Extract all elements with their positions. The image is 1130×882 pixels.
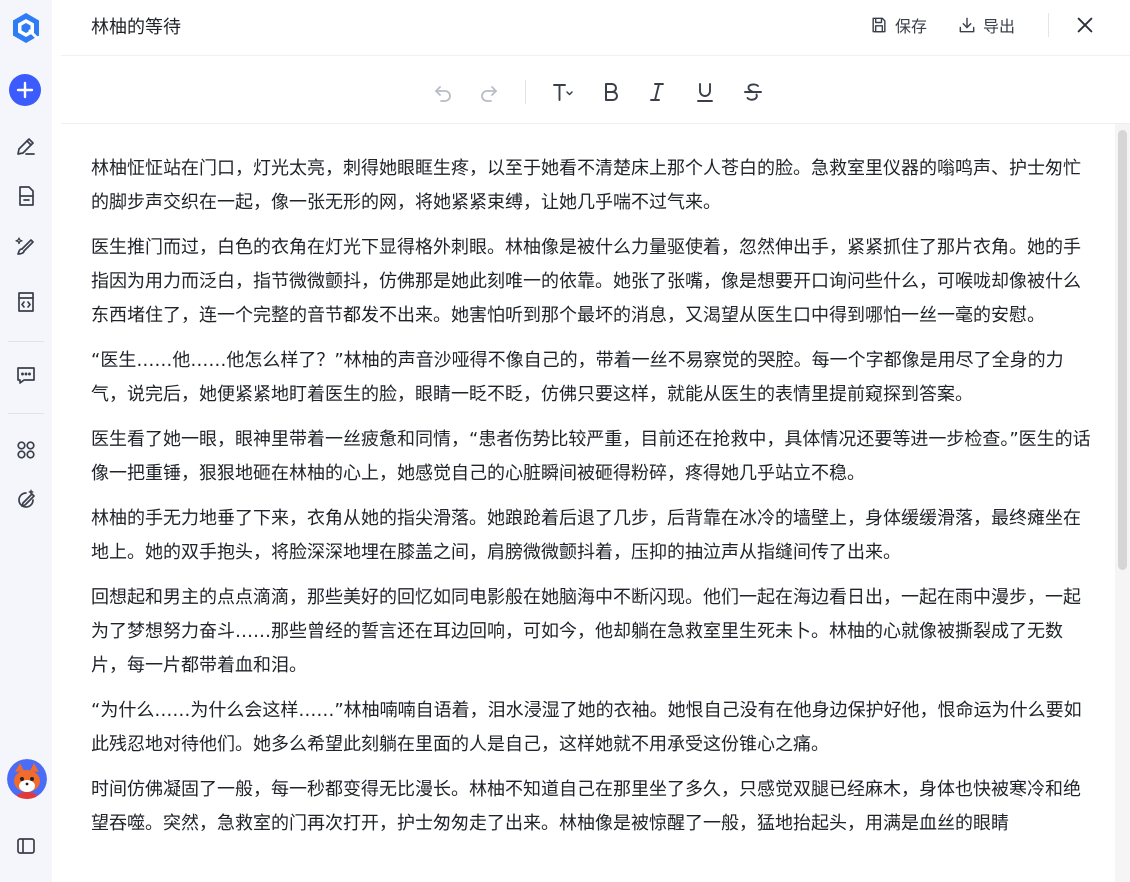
export-label: 导出 <box>983 17 1016 36</box>
bold-button[interactable] <box>595 76 627 108</box>
paragraph: “医生……他……他怎么样了？”林柚的声音沙哑得不像自己的，带着一丝不易察觉的哭腔… <box>91 350 1064 405</box>
paragraph: 医生推门而过，白色的衣角在灯光下显得格外刺眼。林柚像是被什么力量驱使着，忽然伸出… <box>91 237 1081 326</box>
download-icon <box>959 17 975 33</box>
save-label: 保存 <box>895 17 928 36</box>
document-body[interactable]: 林柚怔怔站在门口，灯光太亮，刺得她眼眶生疼，以至于她看不清楚床上那个人苍白的脸。… <box>91 152 1091 852</box>
text-size-icon <box>553 84 573 101</box>
bold-icon <box>605 83 618 101</box>
italic-button[interactable] <box>641 76 673 108</box>
sidebar-toggle-button[interactable] <box>8 828 44 864</box>
sidebar-toggle-icon <box>17 838 35 854</box>
italic-icon <box>650 83 664 101</box>
close-icon <box>1077 17 1093 33</box>
paragraph: 回想起和男主的点点滴滴，那些美好的回忆如同电影般在她脑海中不断闪现。他们一起在海… <box>91 587 1081 676</box>
strikethrough-icon <box>744 83 762 101</box>
toolbar-divider <box>525 80 526 104</box>
chat-button[interactable] <box>8 357 44 393</box>
paragraph: 时间仿佛凝固了一般，每一秒都变得无比漫长。林柚不知道自己在那里坐了多久，只感觉双… <box>91 779 1081 834</box>
rail-divider <box>8 341 44 342</box>
redo-icon <box>481 86 497 102</box>
text-size-dropdown[interactable] <box>547 76 579 108</box>
paragraph: “为什么……为什么会这样……”林柚喃喃自语着，泪水浸湿了她的衣袖。她恨自己没有在… <box>91 700 1082 755</box>
new-document-button[interactable] <box>9 74 41 106</box>
close-button[interactable] <box>1071 11 1099 39</box>
paragraph: 林柚怔怔站在门口，灯光太亮，刺得她眼眶生疼，以至于她看不清楚床上那个人苍白的脸。… <box>91 158 1081 213</box>
rail-divider <box>8 413 44 414</box>
add-icon <box>16 81 34 99</box>
polish-button[interactable] <box>8 228 44 264</box>
save-button[interactable]: 保存 <box>869 12 927 38</box>
editor-header: 林柚的等待 保存 导出 <box>61 0 1130 56</box>
scrollbar[interactable] <box>1115 124 1130 882</box>
underline-icon <box>697 83 713 102</box>
paragraph: 医生看了她一眼，眼神里带着一丝疲惫和同情，“患者伤势比较严重，目前还在抢救中，具… <box>91 429 1091 484</box>
undo-button[interactable] <box>427 76 459 108</box>
code-file-button[interactable] <box>8 284 44 320</box>
redo-button[interactable] <box>473 76 505 108</box>
save-icon <box>872 17 886 33</box>
scrollbar-thumb[interactable] <box>1118 130 1127 570</box>
apps-button[interactable] <box>8 432 44 468</box>
document-title[interactable]: 林柚的等待 <box>91 13 181 39</box>
editor-panel: 林柚的等待 保存 导出 林柚怔怔站在门口，灯光太亮，刺得她眼眶生疼，以至于她看不… <box>61 0 1130 882</box>
avatar[interactable] <box>7 759 47 799</box>
brush-icon <box>15 237 34 255</box>
code-file-icon <box>18 292 34 312</box>
apps-grid-icon <box>17 441 35 459</box>
format-toolbar <box>61 60 1130 124</box>
write-button[interactable] <box>8 128 44 164</box>
undo-icon <box>435 86 451 102</box>
magic-edit-button[interactable] <box>8 482 44 518</box>
paragraph: 林柚的手无力地垂了下来，衣角从她的指尖滑落。她踉跄着后退了几步，后背靠在冰冷的墙… <box>91 508 1081 563</box>
strikethrough-button[interactable] <box>737 76 769 108</box>
document-icon <box>19 186 34 206</box>
chat-icon <box>17 367 35 384</box>
export-button[interactable]: 导出 <box>957 12 1015 38</box>
app-logo-icon[interactable] <box>11 12 41 44</box>
magic-edit-icon <box>18 489 35 508</box>
documents-button[interactable] <box>8 178 44 214</box>
left-sidebar <box>0 0 52 882</box>
header-divider <box>1048 13 1049 37</box>
pen-icon <box>17 138 35 155</box>
underline-button[interactable] <box>689 76 721 108</box>
